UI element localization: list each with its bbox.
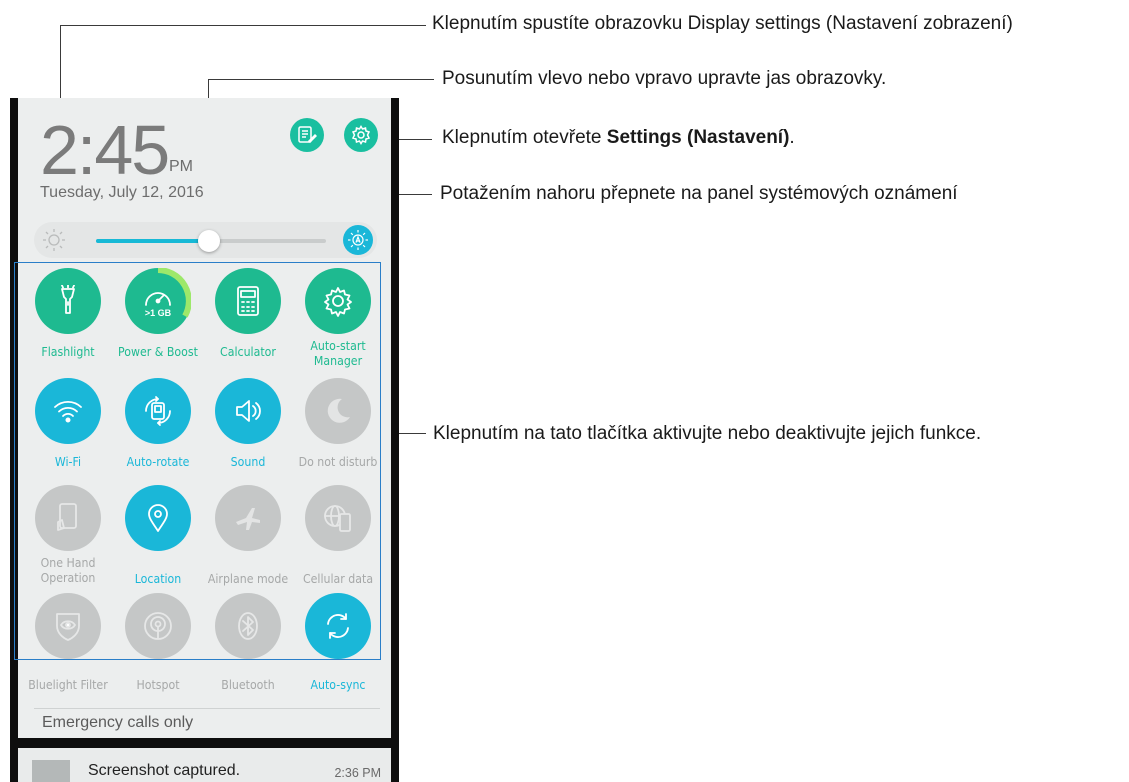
notes-edit-icon: [298, 126, 317, 144]
clock-ampm: PM: [169, 158, 193, 175]
notification-title: Screenshot captured.: [88, 762, 241, 779]
tile-label: Hotspot: [136, 677, 180, 692]
auto-brightness-icon: [348, 230, 368, 250]
annotation-brightness: Posunutím vlevo nebo vpravo upravte jas …: [442, 68, 887, 89]
tile-label: Auto-sync: [310, 677, 366, 692]
emergency-calls-label: Emergency calls only: [42, 714, 194, 731]
brightness-bar: [34, 222, 377, 258]
toggles-highlight-box: [14, 262, 381, 660]
brightness-slider[interactable]: [96, 230, 326, 252]
sun-icon: [43, 229, 65, 251]
auto-brightness-button[interactable]: [343, 225, 373, 255]
divider: [34, 708, 380, 709]
brightness-fill: [96, 239, 209, 243]
notification-time: 2:36 PM: [334, 766, 381, 780]
notification-thumbnail: [32, 760, 70, 782]
brightness-knob[interactable]: [197, 230, 220, 252]
leader-display-settings-h: [60, 25, 426, 26]
notes-button[interactable]: [290, 118, 324, 152]
annotation-toggles: Klepnutím na tato tlačítka aktivujte neb…: [433, 423, 982, 444]
annotation-settings-prefix: Klepnutím otevřete: [442, 127, 607, 148]
settings-button[interactable]: [344, 118, 378, 152]
notification-screenshot[interactable]: Screenshot captured. 2:36 PM: [18, 748, 391, 782]
annotation-settings-suffix: .: [789, 127, 795, 148]
annotation-settings: Klepnutím otevřete Settings (Nastavení).: [442, 127, 795, 149]
gear-icon: [351, 125, 371, 145]
annotation-swipe-up: Potažením nahoru přepnete na panel systé…: [440, 183, 958, 204]
leader-brightness-h: [208, 79, 434, 80]
annotation-settings-bold: Settings (Nastavení): [606, 127, 790, 148]
annotation-display-settings: Klepnutím spustíte obrazovku Display set…: [432, 13, 1013, 34]
clock-time: 2:45: [40, 111, 170, 189]
tile-label: Bluetooth: [221, 677, 275, 692]
date-label: Tuesday, July 12, 2016: [40, 184, 204, 201]
tile-label: Bluelight Filter: [28, 677, 108, 692]
